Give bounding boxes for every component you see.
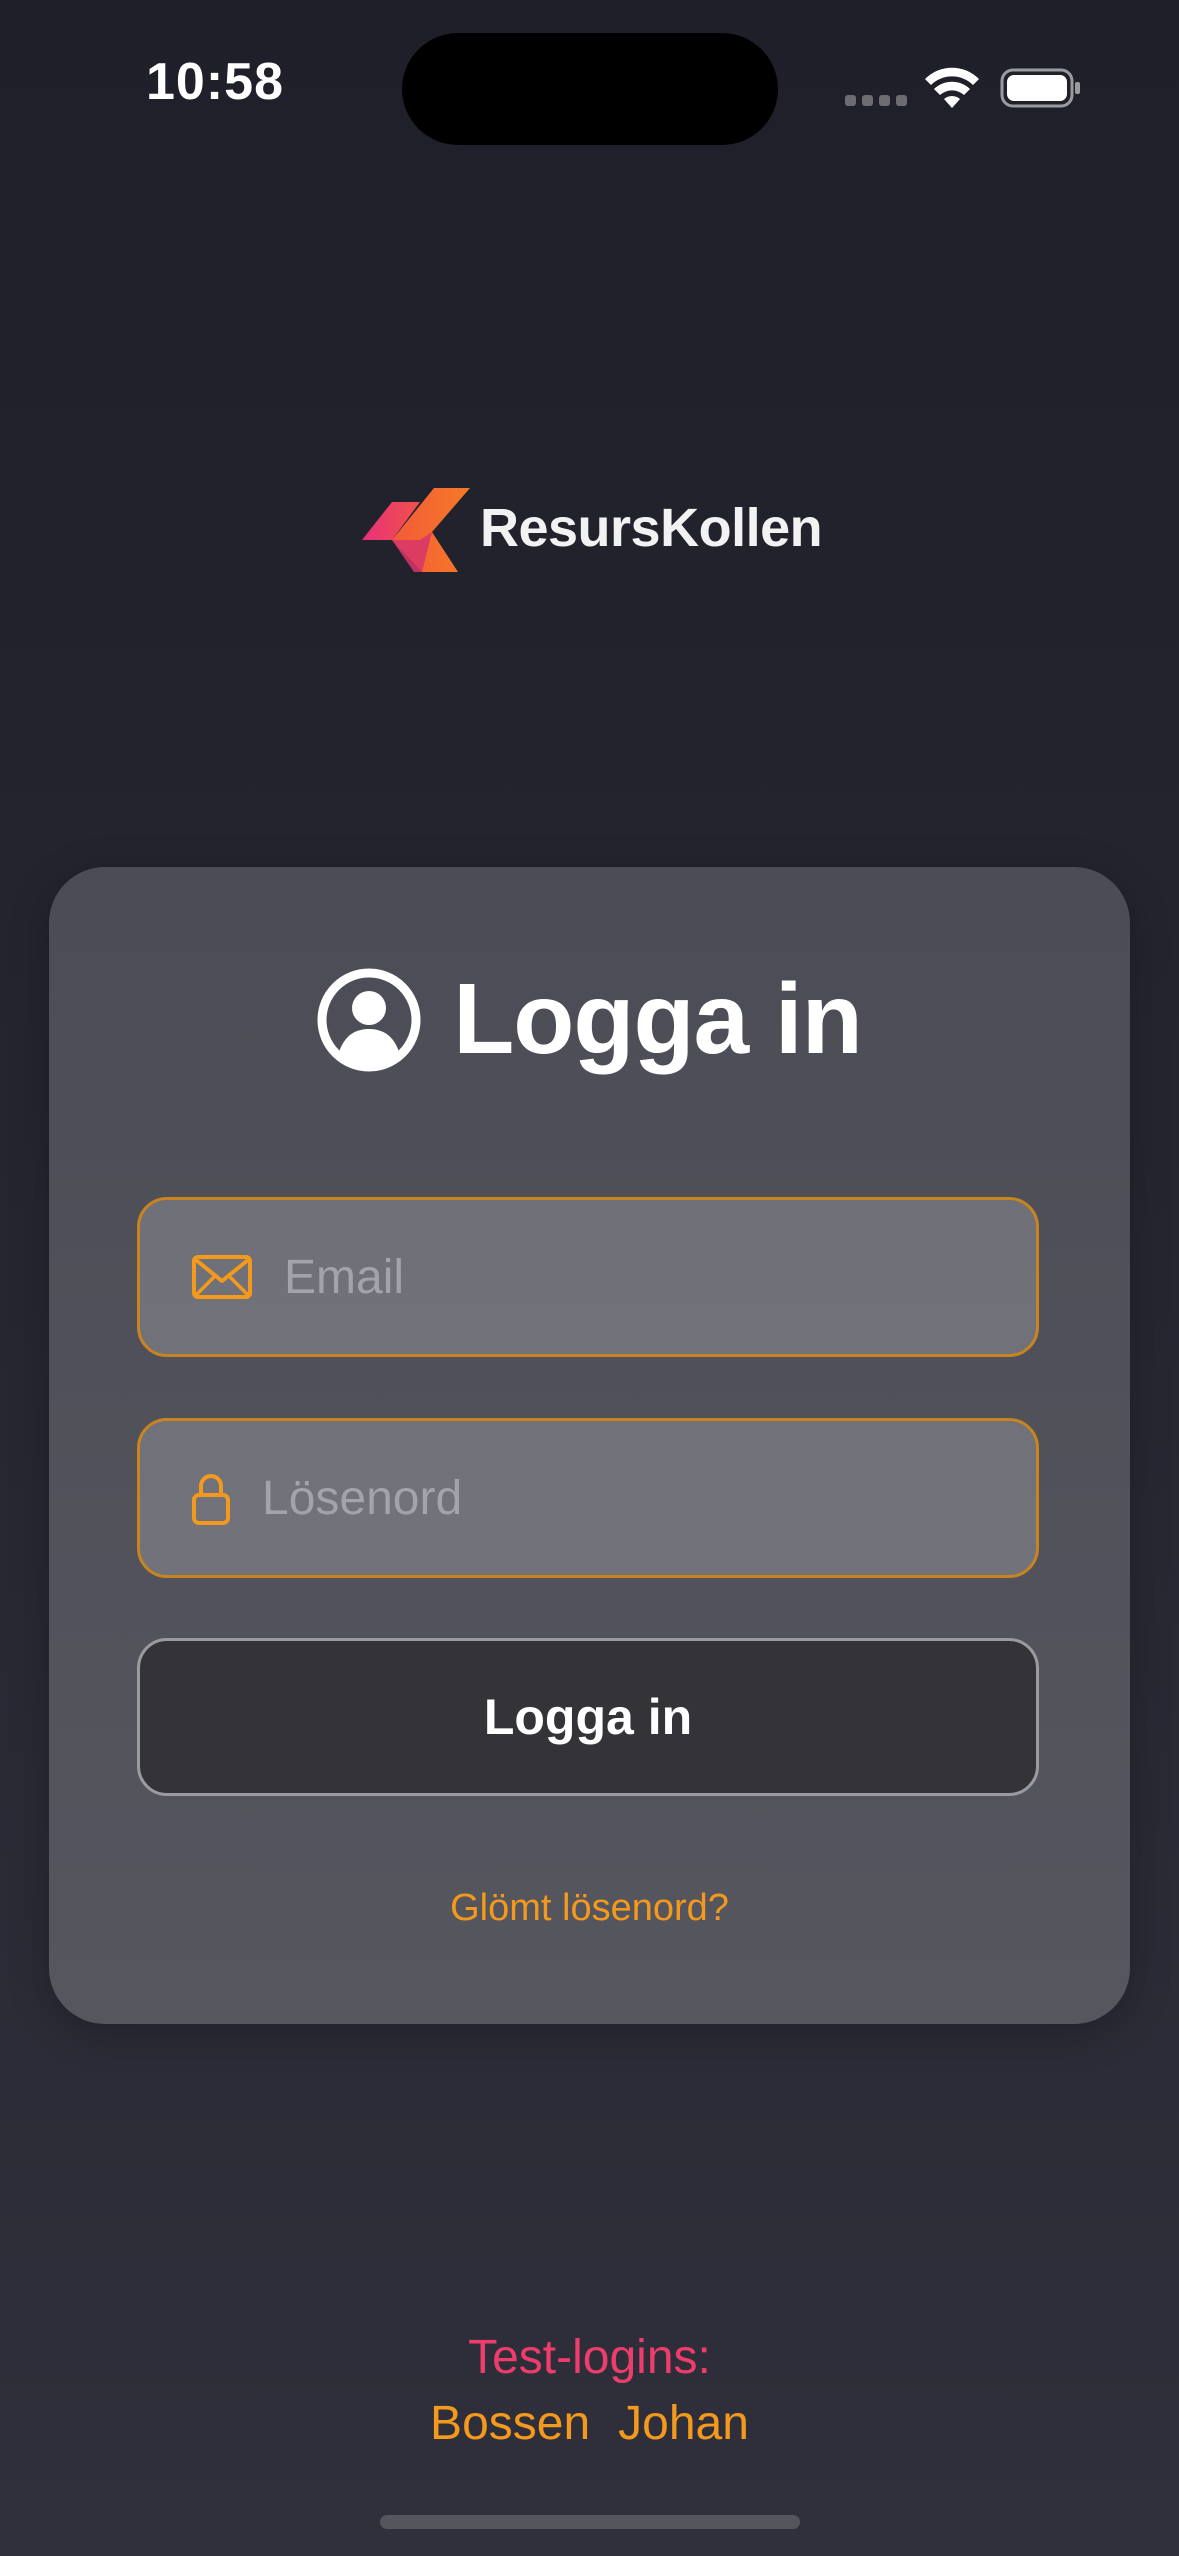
- test-login-johan[interactable]: Johan: [618, 2396, 749, 2451]
- user-circle-icon: [317, 968, 421, 1071]
- home-indicator[interactable]: [380, 2515, 800, 2529]
- battery-icon: [1000, 68, 1080, 108]
- email-input[interactable]: [284, 1200, 1036, 1354]
- status-time: 10:58: [146, 53, 284, 111]
- dynamic-island: [402, 33, 778, 145]
- app-logo: ResursKollen: [362, 478, 823, 578]
- logo-text: ResursKollen: [480, 498, 823, 558]
- lock-icon: [192, 1474, 230, 1525]
- password-field[interactable]: [137, 1418, 1039, 1578]
- email-field[interactable]: [137, 1197, 1039, 1357]
- resurskollen-logo-icon: [362, 488, 470, 572]
- test-logins-list: Bossen Johan: [0, 2396, 1179, 2451]
- test-logins-label: Test-logins:: [468, 2331, 711, 2384]
- login-header: Logga in: [49, 962, 1130, 1077]
- cellular-signal-icon: [845, 95, 907, 106]
- login-card: Logga in Logga in Glömt lösenord?: [49, 867, 1130, 2024]
- test-login-bossen[interactable]: Bossen: [430, 2396, 590, 2451]
- wifi-icon: [925, 67, 979, 108]
- login-title: Logga in: [453, 963, 863, 1075]
- login-button[interactable]: Logga in: [137, 1638, 1039, 1796]
- mail-icon: [192, 1255, 252, 1299]
- forgot-password-link[interactable]: Glömt lösenord?: [49, 1887, 1130, 1930]
- password-input[interactable]: [262, 1421, 1036, 1575]
